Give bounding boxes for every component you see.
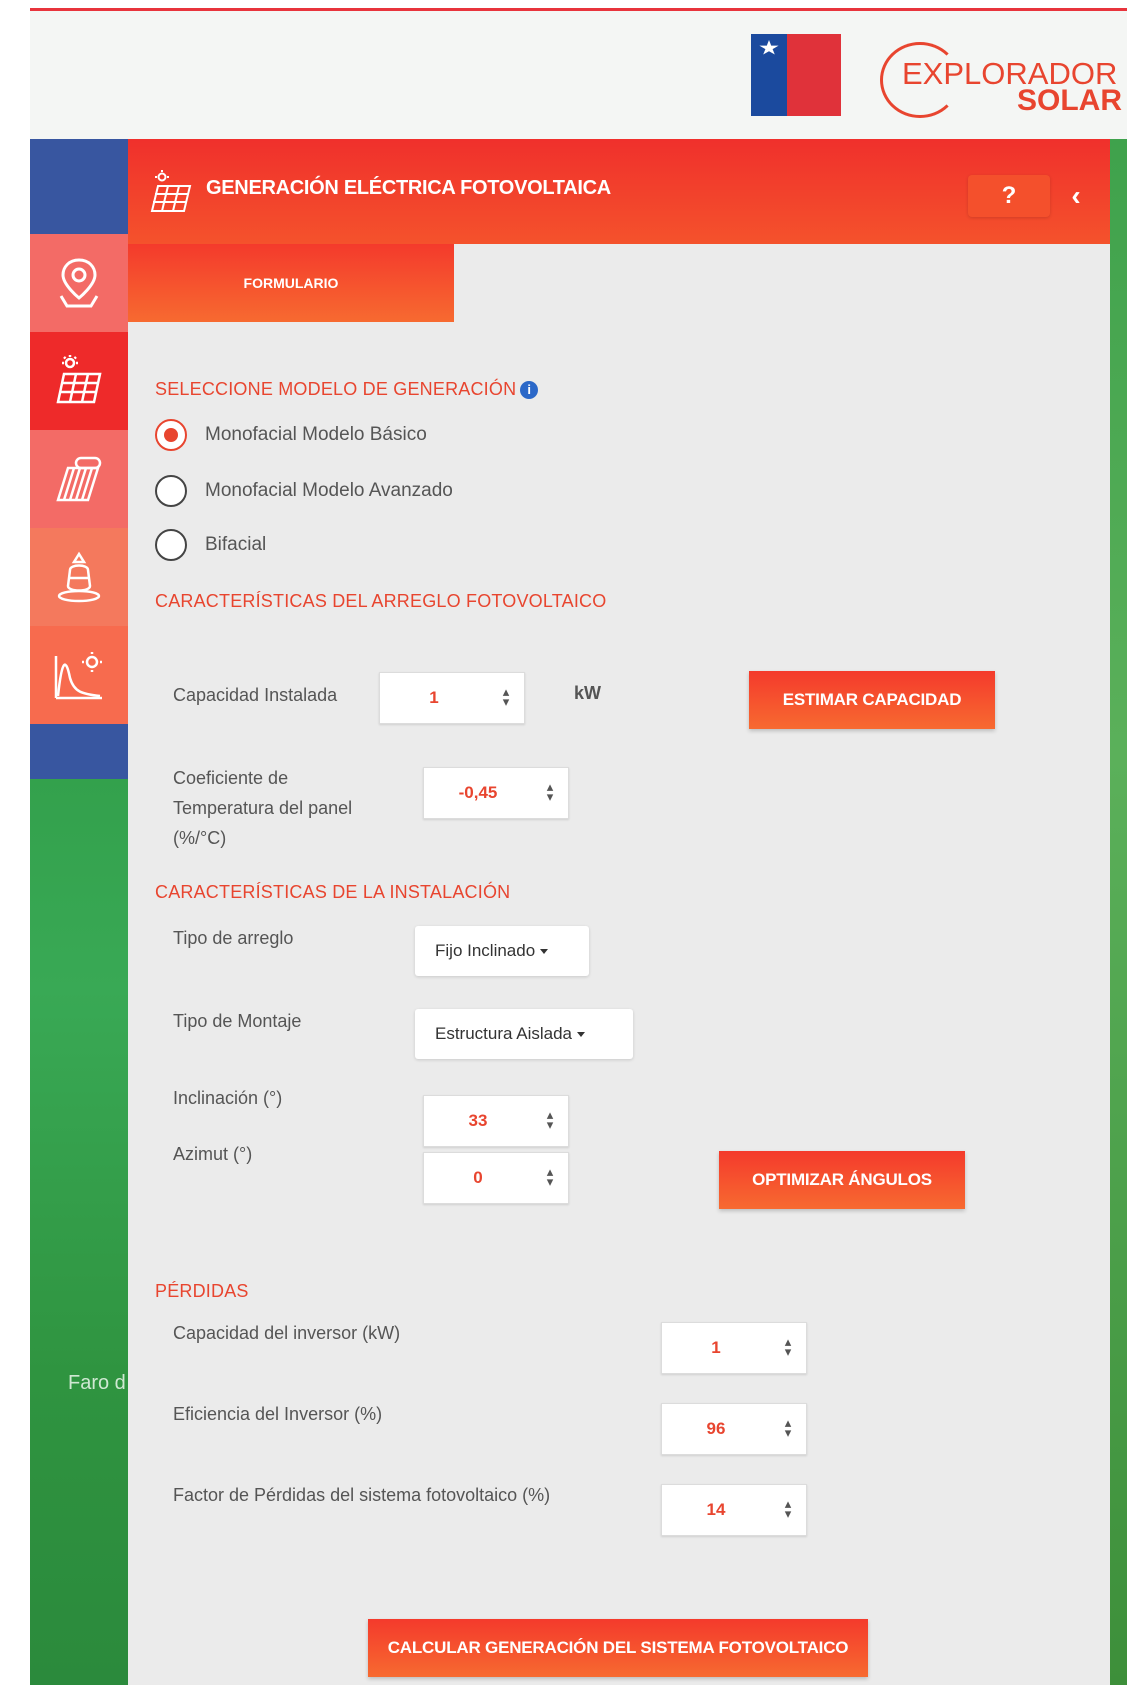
mount-type-label: Tipo de Montaje xyxy=(173,1011,302,1031)
solar-panel-icon xyxy=(56,355,102,404)
panel-header: GENERACIÓN ELÉCTRICA FOTOVOLTAICA ? ‹ xyxy=(128,139,1110,244)
stepper-arrows-icon[interactable]: ▴ ▾ xyxy=(770,1417,806,1440)
installation-section-heading: CARACTERÍSTICAS DE LA INSTALACIÓN xyxy=(155,882,511,902)
radio-label: Monofacial Modelo Avanzado xyxy=(205,480,453,501)
array-type-dropdown[interactable]: Fijo Inclinado xyxy=(415,926,589,976)
stepper-arrows-icon[interactable]: ▴ ▾ xyxy=(488,686,524,709)
explorador-solar-logo[interactable]: EXPLORADOR SOLAR xyxy=(880,30,1122,125)
azimuth-stepper[interactable]: 0 ▴ ▾ xyxy=(423,1152,569,1204)
radio-option-bifacial[interactable]: Bifacial xyxy=(155,529,266,561)
radio-option-advanced[interactable]: Monofacial Modelo Avanzado xyxy=(155,475,453,507)
ministry-flag-logo xyxy=(751,34,841,116)
temp-coef-label-line3: (%/°C) xyxy=(173,828,227,848)
sidebar-item-location[interactable] xyxy=(30,234,128,332)
tab-formulario[interactable]: FORMULARIO xyxy=(128,244,454,322)
tool-sidebar xyxy=(30,234,128,746)
temp-coef-label-line1: Coeficiente de xyxy=(173,768,289,788)
model-heading-text: SELECCIONE MODELO DE GENERACIÓN xyxy=(155,379,517,399)
inverter-capacity-value: 1 xyxy=(711,1338,721,1357)
tank-icon xyxy=(57,551,101,603)
generation-panel: GENERACIÓN ELÉCTRICA FOTOVOLTAICA ? ‹ FO… xyxy=(128,139,1110,1685)
inverter-efficiency-value: 96 xyxy=(706,1419,726,1438)
model-section-heading: SELECCIONE MODELO DE GENERACIÓN i xyxy=(155,379,539,400)
temp-coef-label-line2: Temperatura del panel xyxy=(173,798,353,818)
azimuth-value: 0 xyxy=(473,1168,483,1187)
array-section-heading: CARACTERÍSTICAS DEL ARREGLO FOTOVOLTAICO xyxy=(155,591,607,611)
temp-coef-stepper[interactable]: -0,45 ▴ ▾ xyxy=(423,767,569,819)
solar-thermal-icon xyxy=(56,456,102,502)
chevron-down-icon xyxy=(577,1032,586,1038)
capacity-label: Capacidad Instalada xyxy=(173,685,338,705)
stepper-arrows-icon[interactable]: ▴ ▾ xyxy=(532,1166,568,1189)
map-right-strip[interactable] xyxy=(1110,139,1127,1685)
radio-label: Bifacial xyxy=(205,534,267,555)
solar-panel-icon xyxy=(150,170,192,212)
mount-type-value: Estructura Aislada xyxy=(435,1024,573,1043)
inverter-capacity-label: Capacidad del inversor (kW) xyxy=(173,1323,401,1343)
sidebar-item-photovoltaic[interactable] xyxy=(30,332,128,430)
inverter-efficiency-stepper[interactable]: 96 ▴ ▾ xyxy=(661,1403,807,1455)
map-place-label: Faro d xyxy=(68,1372,126,1394)
radio-button-selected[interactable] xyxy=(155,419,187,451)
estimate-capacity-button[interactable]: ESTIMAR CAPACIDAD xyxy=(749,671,995,729)
capacity-stepper[interactable]: 1 ▴ ▾ xyxy=(379,672,525,724)
array-type-label: Tipo de arreglo xyxy=(173,928,294,948)
loss-factor-label: Factor de Pérdidas del sistema fotovolta… xyxy=(173,1485,551,1505)
help-button[interactable]: ? xyxy=(968,175,1050,217)
temp-coef-label: Coeficiente de Temperatura del panel (%/… xyxy=(173,763,352,853)
inverter-efficiency-label: Eficiencia del Inversor (%) xyxy=(173,1404,383,1424)
tilt-stepper[interactable]: 33 ▴ ▾ xyxy=(423,1095,569,1147)
sidebar-item-solar-thermal[interactable] xyxy=(30,430,128,528)
sidebar-item-radiation-chart[interactable] xyxy=(30,626,128,724)
stepper-arrows-icon[interactable]: ▴ ▾ xyxy=(770,1336,806,1359)
map-pin-icon xyxy=(59,258,99,308)
chart-sun-icon xyxy=(54,652,102,700)
stepper-arrows-icon[interactable]: ▴ ▾ xyxy=(532,1109,568,1132)
radio-button[interactable] xyxy=(155,475,187,507)
tilt-value: 33 xyxy=(468,1111,488,1130)
stepper-arrows-icon[interactable]: ▴ ▾ xyxy=(770,1498,806,1521)
radio-button[interactable] xyxy=(155,529,187,561)
logo-line2: SOLAR xyxy=(1017,84,1122,117)
collapse-panel-button[interactable]: ‹ xyxy=(1058,175,1094,217)
loss-factor-stepper[interactable]: 14 ▴ ▾ xyxy=(661,1484,807,1536)
tilt-label: Inclinación (°) xyxy=(173,1088,283,1108)
losses-section-heading: PÉRDIDAS xyxy=(155,1281,249,1301)
info-icon[interactable]: i xyxy=(520,381,539,399)
chevron-down-icon xyxy=(540,949,549,955)
inverter-capacity-stepper[interactable]: 1 ▴ ▾ xyxy=(661,1322,807,1374)
temp-coef-value: -0,45 xyxy=(458,783,498,802)
radio-label: Monofacial Modelo Básico xyxy=(205,424,427,445)
mount-type-dropdown[interactable]: Estructura Aislada xyxy=(415,1009,633,1059)
azimuth-label: Azimut (°) xyxy=(173,1144,253,1164)
optimize-angles-button[interactable]: OPTIMIZAR ÁNGULOS xyxy=(719,1151,965,1209)
calculate-generation-button[interactable]: CALCULAR GENERACIÓN DEL SISTEMA FOTOVOLT… xyxy=(368,1619,868,1677)
radio-option-basic[interactable]: Monofacial Modelo Básico xyxy=(155,419,427,451)
capacity-unit: kW xyxy=(574,683,601,703)
array-type-value: Fijo Inclinado xyxy=(435,941,536,960)
loss-factor-value: 14 xyxy=(706,1500,726,1519)
stepper-arrows-icon[interactable]: ▴ ▾ xyxy=(532,781,568,804)
sidebar-item-tank[interactable] xyxy=(30,528,128,626)
panel-title: GENERACIÓN ELÉCTRICA FOTOVOLTAICA xyxy=(206,177,611,199)
capacity-value: 1 xyxy=(429,688,439,707)
